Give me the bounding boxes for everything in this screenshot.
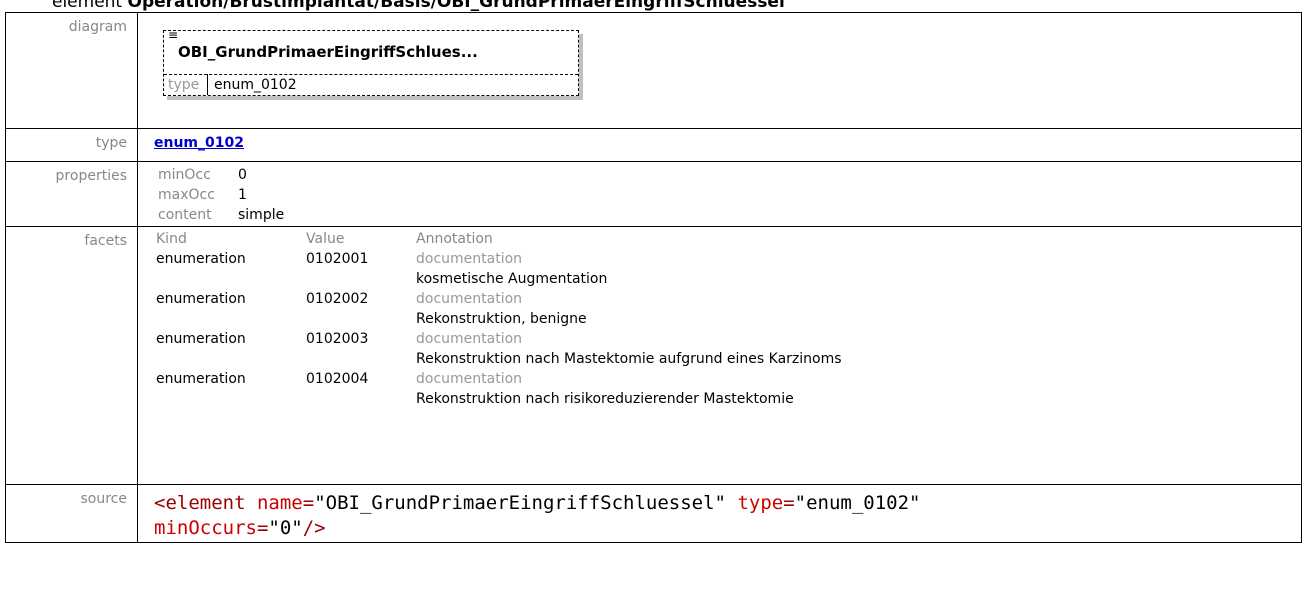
source-cell: <element name="OBI_GrundPrimaerEingriffS… xyxy=(137,484,1302,543)
facet-value: 0102002 xyxy=(306,291,369,307)
heading-path: Operation/Brustimplantat/Basis/OBI_Grund… xyxy=(127,0,785,12)
source-row: source <element name="OBI_GrundPrimaerEi… xyxy=(5,484,1302,543)
source-eq: = xyxy=(783,492,795,514)
diagram-type-label: type xyxy=(168,77,200,93)
facet-value: 0102001 xyxy=(306,251,369,267)
type-cell: enum_0102 xyxy=(137,128,1302,162)
property-value: simple xyxy=(238,207,285,223)
property-row: maxOcc 1 xyxy=(138,185,284,205)
facet-kind: enumeration xyxy=(156,291,246,307)
type-link[interactable]: enum_0102 xyxy=(154,135,244,151)
facet-row: enumeration 0102002 documentation xyxy=(156,289,842,309)
source-val-name: "OBI_GrundPrimaerEingriffSchluessel" xyxy=(314,492,726,514)
source-eq: = xyxy=(302,492,315,514)
source-val-minoccurs: "0" xyxy=(268,517,303,539)
property-value: 1 xyxy=(238,187,247,203)
facet-doc-label: documentation xyxy=(416,331,523,347)
facets-header-row: Kind Value Annotation xyxy=(156,229,842,249)
diagram-label: diagram xyxy=(5,12,138,129)
facet-doc-row: Rekonstruktion nach Mastektomie aufgrund… xyxy=(156,349,842,369)
facet-value: 0102003 xyxy=(306,331,369,347)
facet-value: 0102004 xyxy=(306,371,369,387)
facet-kind: enumeration xyxy=(156,251,246,267)
type-row: type enum_0102 xyxy=(5,128,1302,162)
property-key: minOcc xyxy=(158,167,211,183)
property-key: content xyxy=(158,207,212,223)
properties-label: properties xyxy=(5,161,138,227)
diagram-type-divider xyxy=(207,74,208,95)
facets-row: facets Kind Value Annotation enumeration… xyxy=(5,226,1302,485)
source-val-type: "enum_0102" xyxy=(794,492,921,514)
facet-doc-row: Rekonstruktion nach risikoreduzierender … xyxy=(156,389,842,409)
source-tag-open: <element xyxy=(154,492,246,514)
facet-row: enumeration 0102004 documentation xyxy=(156,369,842,389)
facet-doc-label: documentation xyxy=(416,371,523,387)
facet-row: enumeration 0102001 documentation xyxy=(156,249,842,269)
facets-table: Kind Value Annotation enumeration 010200… xyxy=(156,229,842,409)
source-tag-close: /> xyxy=(302,517,326,539)
properties-cell: minOcc 0 maxOcc 1 content simple xyxy=(137,161,1302,227)
element-diagram-box[interactable]: ≡ OBI_GrundPrimaerEingriffSchlues... typ… xyxy=(163,28,579,96)
properties-row: properties minOcc 0 maxOcc 1 content sim… xyxy=(5,161,1302,227)
page-heading: element Operation/Brustimplantat/Basis/O… xyxy=(52,0,785,12)
source-attr-minoccurs: minOccurs xyxy=(154,517,257,539)
source-label: source xyxy=(5,484,138,543)
element-list-icon: ≡ xyxy=(168,28,179,42)
source-eq: = xyxy=(256,517,269,539)
properties-table: minOcc 0 maxOcc 1 content simple xyxy=(138,165,284,225)
source-code: <element name="OBI_GrundPrimaerEingriffS… xyxy=(152,485,1301,541)
type-label: type xyxy=(5,128,138,162)
facets-header-kind: Kind xyxy=(156,231,187,247)
facets-label: facets xyxy=(5,226,138,485)
facet-doc-row: kosmetische Augmentation xyxy=(156,269,842,289)
facet-kind: enumeration xyxy=(156,371,246,387)
facet-doc-row: Rekonstruktion, benigne xyxy=(156,309,842,329)
source-attr-type: type xyxy=(737,492,784,514)
facet-kind: enumeration xyxy=(156,331,246,347)
diagram-divider xyxy=(164,74,578,75)
heading-prefix: element xyxy=(52,0,123,12)
facet-doc-label: documentation xyxy=(416,291,523,307)
property-value: 0 xyxy=(238,167,247,183)
property-row: minOcc 0 xyxy=(138,165,284,185)
facet-doc-text: kosmetische Augmentation xyxy=(416,271,608,287)
diagram-element-name: OBI_GrundPrimaerEingriffSchlues... xyxy=(178,43,478,61)
property-row: content simple xyxy=(138,205,284,225)
facets-cell: Kind Value Annotation enumeration 010200… xyxy=(137,226,1302,485)
property-key: maxOcc xyxy=(158,187,215,203)
facets-header-value: Value xyxy=(306,231,345,247)
diagram-type-value: enum_0102 xyxy=(214,77,297,93)
facet-doc-text: Rekonstruktion, benigne xyxy=(416,311,587,327)
facets-header-annotation: Annotation xyxy=(416,231,493,247)
facet-doc-text: Rekonstruktion nach risikoreduzierender … xyxy=(416,391,794,407)
facet-doc-text: Rekonstruktion nach Mastektomie aufgrund… xyxy=(416,351,842,367)
source-attr-name: name xyxy=(256,492,303,514)
facet-doc-label: documentation xyxy=(416,251,523,267)
facet-row: enumeration 0102003 documentation xyxy=(156,329,842,349)
